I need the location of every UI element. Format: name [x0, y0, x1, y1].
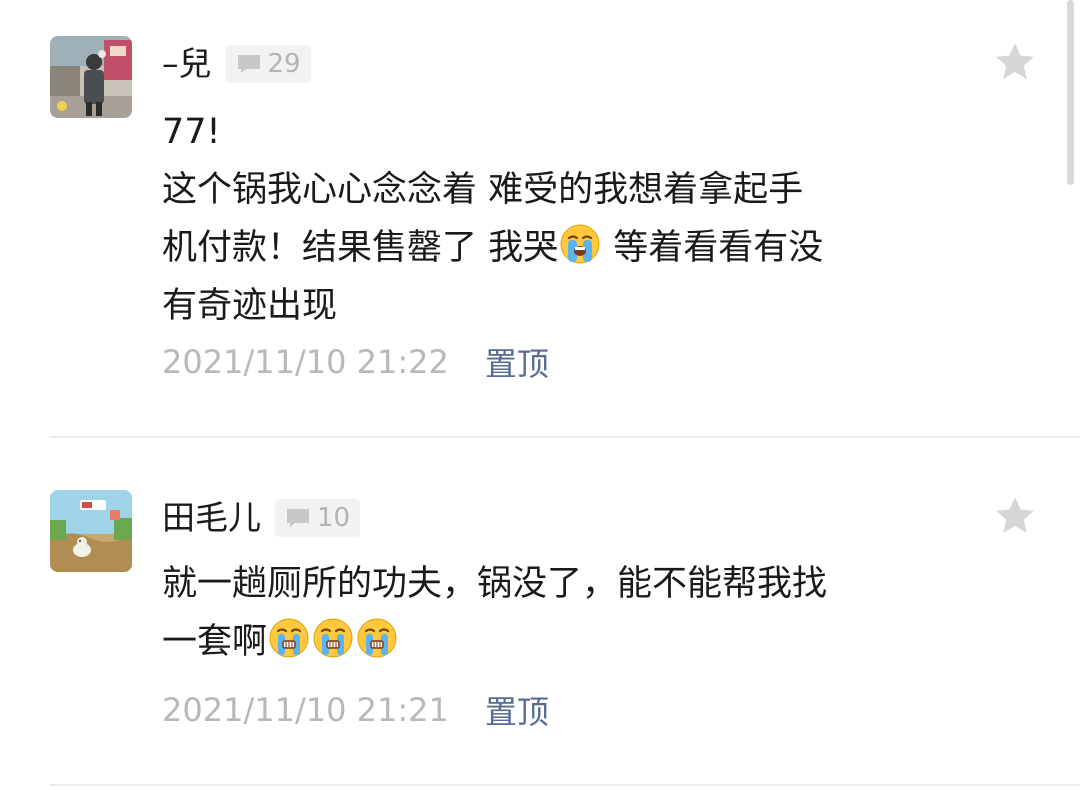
comment-header: 田毛儿 10 [162, 496, 361, 540]
crying-face-icon [356, 617, 398, 659]
reply-count-badge[interactable]: 29 [225, 45, 311, 83]
avatar-image [50, 490, 132, 572]
comment-header: –兒 29 [162, 42, 311, 86]
content-line: 就一趟厕所的功夫，锅没了，能不能帮我找 [162, 564, 828, 604]
scrollbar[interactable] [1067, 0, 1074, 185]
content-line: 这个锅我心心念念着 难受的我想着拿起手 [162, 170, 804, 210]
reply-count-badge[interactable]: 10 [275, 499, 361, 537]
loudly-crying-face-icon [559, 223, 601, 265]
comment-item: –兒 29 77! 这个锅我心心念念着 难受的我想着拿起手 机付款！结果售罄了 … [0, 0, 1080, 438]
content-line: 等着看看有没 [602, 228, 824, 268]
star-icon[interactable] [993, 40, 1037, 84]
content-line: 机付款！结果售罄了 我哭 [162, 228, 559, 268]
divider [50, 784, 1080, 786]
star-icon[interactable] [993, 494, 1037, 538]
comment-meta: 2021/11/10 21:21 置顶 [162, 686, 549, 734]
comment-item: 田毛儿 10 就一趟厕所的功夫，锅没了，能不能帮我找 一套啊 2021/11/1… [0, 438, 1080, 790]
pin-button[interactable]: 置顶 [485, 687, 549, 733]
content-line: 有奇迹出现 [162, 286, 338, 326]
avatar-image [50, 36, 132, 118]
reply-count: 10 [317, 503, 351, 533]
comment-content: 77! 这个锅我心心念念着 难受的我想着拿起手 机付款！结果售罄了 我哭 等着看… [162, 103, 952, 335]
nickname[interactable]: 田毛儿 [162, 496, 261, 540]
comment-meta: 2021/11/10 21:22 置顶 [162, 338, 549, 386]
reply-count: 29 [267, 49, 301, 79]
crying-face-icon [268, 617, 310, 659]
avatar[interactable] [50, 490, 132, 572]
pin-button[interactable]: 置顶 [485, 339, 549, 385]
timestamp: 2021/11/10 21:22 [162, 343, 449, 381]
content-line: 77! [162, 112, 221, 152]
content-line: 一套啊 [162, 622, 268, 662]
avatar[interactable] [50, 36, 132, 118]
comment-bubble-icon [287, 509, 309, 527]
timestamp: 2021/11/10 21:21 [162, 691, 449, 729]
comment-content: 就一趟厕所的功夫，锅没了，能不能帮我找 一套啊 [162, 555, 952, 671]
crying-face-icon [312, 617, 354, 659]
nickname[interactable]: –兒 [162, 42, 212, 86]
comment-bubble-icon [237, 55, 260, 73]
